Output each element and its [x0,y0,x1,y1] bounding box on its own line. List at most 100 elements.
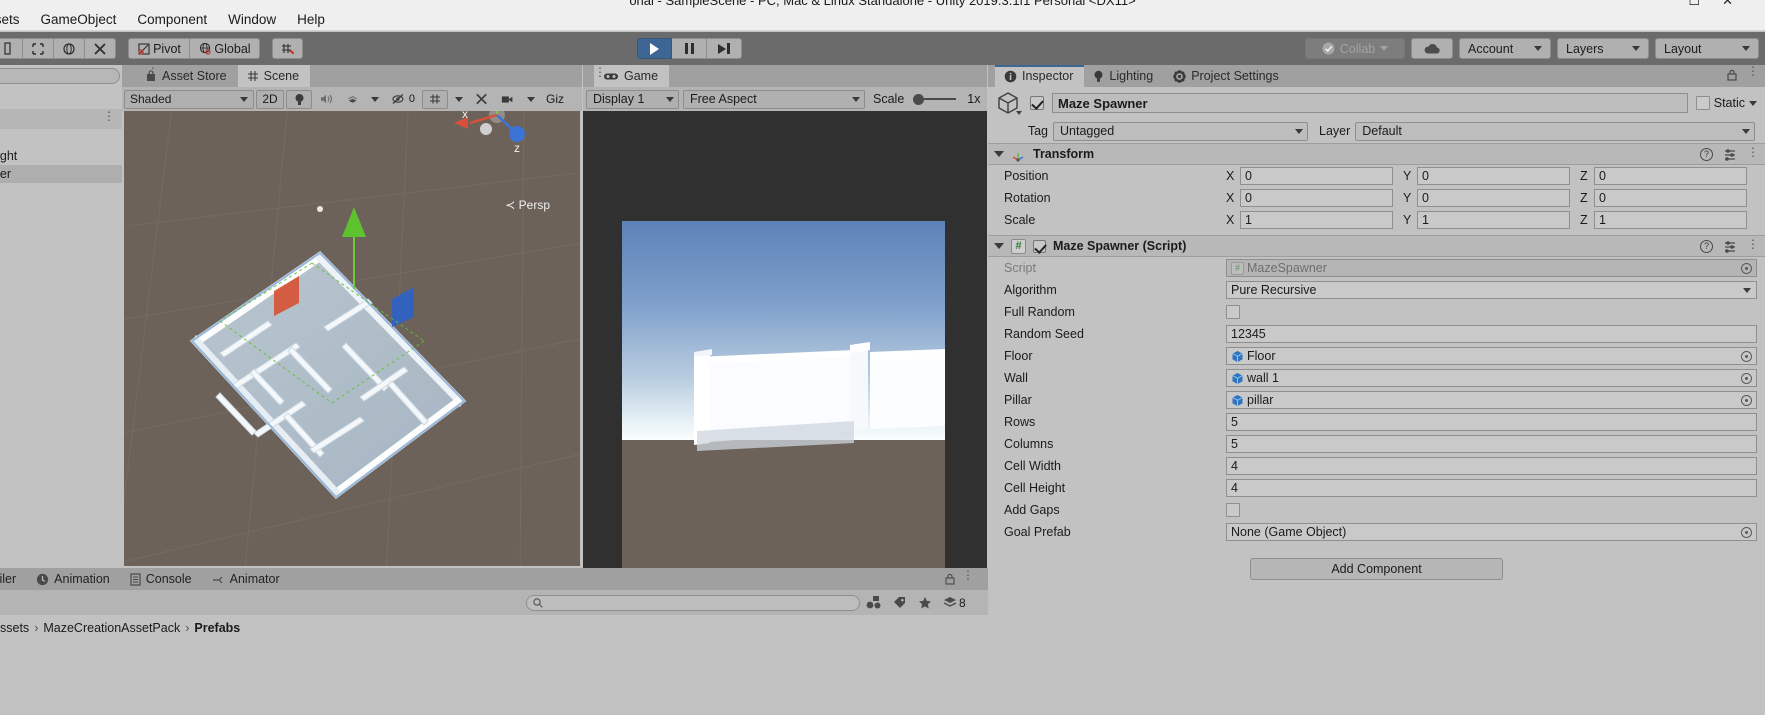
toggle-effects-button[interactable] [342,90,364,109]
menu-component[interactable]: Component [137,12,207,27]
hierarchy-item-maze-spawner[interactable]: pawner [0,165,122,183]
display-dropdown[interactable]: Display 1 [586,89,679,109]
favorites-star-icon[interactable] [918,596,932,610]
move-tool-button[interactable] [23,38,54,59]
transform-foldout-icon[interactable] [994,151,1004,157]
floor-object-field[interactable]: Floor [1226,347,1757,365]
menu-window[interactable]: Window [228,12,276,27]
hand-tool-button[interactable] [0,38,23,59]
cell-width-input[interactable]: 4 [1226,457,1757,475]
add-component-button[interactable]: Add Component [1250,558,1503,580]
tab-scene[interactable]: Scene [237,65,311,87]
breadcrumb-prefabs[interactable]: Prefabs [194,621,240,635]
preset-icon[interactable] [1723,240,1737,253]
transform-component-header[interactable]: Transform ? ⋮ [988,143,1765,165]
scene-viewport[interactable]: x y z ≺ Persp [124,111,580,566]
tab-profiler[interactable]: filer [0,568,29,590]
layer-dropdown[interactable]: Default [1355,121,1755,141]
position-y-input[interactable]: 0 [1417,167,1570,185]
tab-console[interactable]: Console [123,568,205,590]
cloud-button[interactable] [1411,38,1453,59]
step-button[interactable] [707,38,742,59]
hierarchy-item-directional-light[interactable]: nal Light [0,147,122,165]
toggle-audio-button[interactable] [314,90,340,109]
tab-lighting[interactable]: Lighting [1084,65,1164,87]
static-toggle[interactable]: Static [1695,96,1757,110]
gameobject-name-input[interactable]: Maze Spawner [1052,93,1688,113]
pause-button[interactable] [672,38,707,59]
hierarchy-item-camera[interactable]: mera [0,129,122,147]
script-menu-icon[interactable]: ⋮ [1747,238,1759,250]
global-toggle-button[interactable]: Global [190,38,260,59]
toggle-2d-button[interactable]: 2D [256,89,284,109]
window-controls[interactable]: ☐✕ [1688,0,1755,9]
help-icon[interactable]: ? [1700,147,1713,161]
script-enabled-checkbox[interactable] [1033,239,1046,253]
search-by-type-icon[interactable] [866,595,882,610]
project-panel-menu-icon[interactable]: ⋮ [962,569,974,581]
gameobject-enabled-checkbox[interactable] [1030,96,1044,110]
preset-icon[interactable] [1723,148,1737,161]
scene-axis-gizmo[interactable]: x y z [450,111,544,167]
scene-panel-menu-icon[interactable]: ⋮ [147,66,159,78]
toggle-lighting-button[interactable] [286,89,312,109]
scene-camera-dropdown[interactable] [522,90,540,109]
projection-mode-label[interactable]: ≺ Persp [505,198,550,212]
inspector-menu-icon[interactable]: ⋮ [1747,65,1759,80]
menu-help[interactable]: Help [297,12,325,27]
pillar-object-field[interactable]: pillar [1226,391,1757,409]
random-seed-input[interactable]: 12345 [1226,325,1757,343]
project-search-input[interactable] [526,594,860,611]
menu-assets[interactable]: Assets [0,12,20,27]
scale-x-input[interactable]: 1 [1240,211,1393,229]
tab-animator[interactable]: Animator [205,568,293,590]
collab-button[interactable]: Collab [1305,38,1405,59]
grid-dropdown[interactable] [450,90,468,109]
scene-tools-button[interactable] [470,90,494,109]
rotation-y-input[interactable]: 0 [1417,189,1570,207]
position-z-input[interactable]: 0 [1594,167,1747,185]
wall-object-field[interactable]: wall 1 [1226,369,1757,387]
gizmos-button[interactable]: Giz [542,90,568,109]
static-checkbox[interactable] [1695,96,1710,110]
scale-slider[interactable] [913,93,957,105]
pivot-toggle-button[interactable]: Pivot [128,38,190,59]
game-viewport[interactable] [583,111,987,588]
breadcrumb-mazecreationassetpack[interactable]: MazeCreationAssetPack [43,621,180,635]
rotate-tool-button[interactable] [54,38,85,59]
cell-height-input[interactable]: 4 [1226,479,1757,497]
position-x-input[interactable]: 0 [1240,167,1393,185]
hidden-objects-toggle[interactable]: 0 [386,90,420,109]
object-picker-icon[interactable] [1741,351,1752,362]
maze-spawner-component-header[interactable]: # Maze Spawner (Script) ? ⋮ [988,235,1765,257]
goal-prefab-object-field[interactable]: None (Game Object) [1226,523,1757,541]
rotation-x-input[interactable]: 0 [1240,189,1393,207]
scale-y-input[interactable]: 1 [1417,211,1570,229]
tab-inspector[interactable]: Inspector [995,65,1085,87]
layers-button[interactable]: Layers [1557,38,1649,59]
add-gaps-checkbox[interactable] [1226,503,1240,517]
object-picker-icon[interactable] [1741,395,1752,406]
rect-tool-button[interactable] [85,38,116,59]
lock-icon[interactable] [944,573,956,585]
tab-project-settings[interactable]: Project Settings [1164,65,1290,87]
help-icon[interactable]: ? [1700,239,1713,253]
account-button[interactable]: Account [1459,38,1551,59]
layout-button[interactable]: Layout [1655,38,1759,59]
object-picker-icon[interactable] [1741,527,1752,538]
rotation-z-input[interactable]: 0 [1594,189,1747,207]
rows-input[interactable]: 5 [1226,413,1757,431]
hierarchy-menu-icon[interactable]: ⋮ [103,110,115,122]
tab-animation[interactable]: Animation [29,568,123,590]
algorithm-dropdown[interactable]: Pure Recursive [1226,281,1757,299]
scale-z-input[interactable]: 1 [1594,211,1747,229]
scene-camera-button[interactable] [496,90,520,109]
tag-dropdown[interactable]: Untagged [1053,121,1308,141]
grid-visibility-button[interactable] [422,89,448,109]
play-button[interactable] [637,38,672,59]
columns-input[interactable]: 5 [1226,435,1757,453]
object-picker-icon[interactable] [1741,373,1752,384]
object-picker-icon[interactable] [1741,263,1752,274]
script-object-field[interactable]: # MazeSpawner [1226,259,1757,277]
lock-icon[interactable] [1726,69,1738,81]
